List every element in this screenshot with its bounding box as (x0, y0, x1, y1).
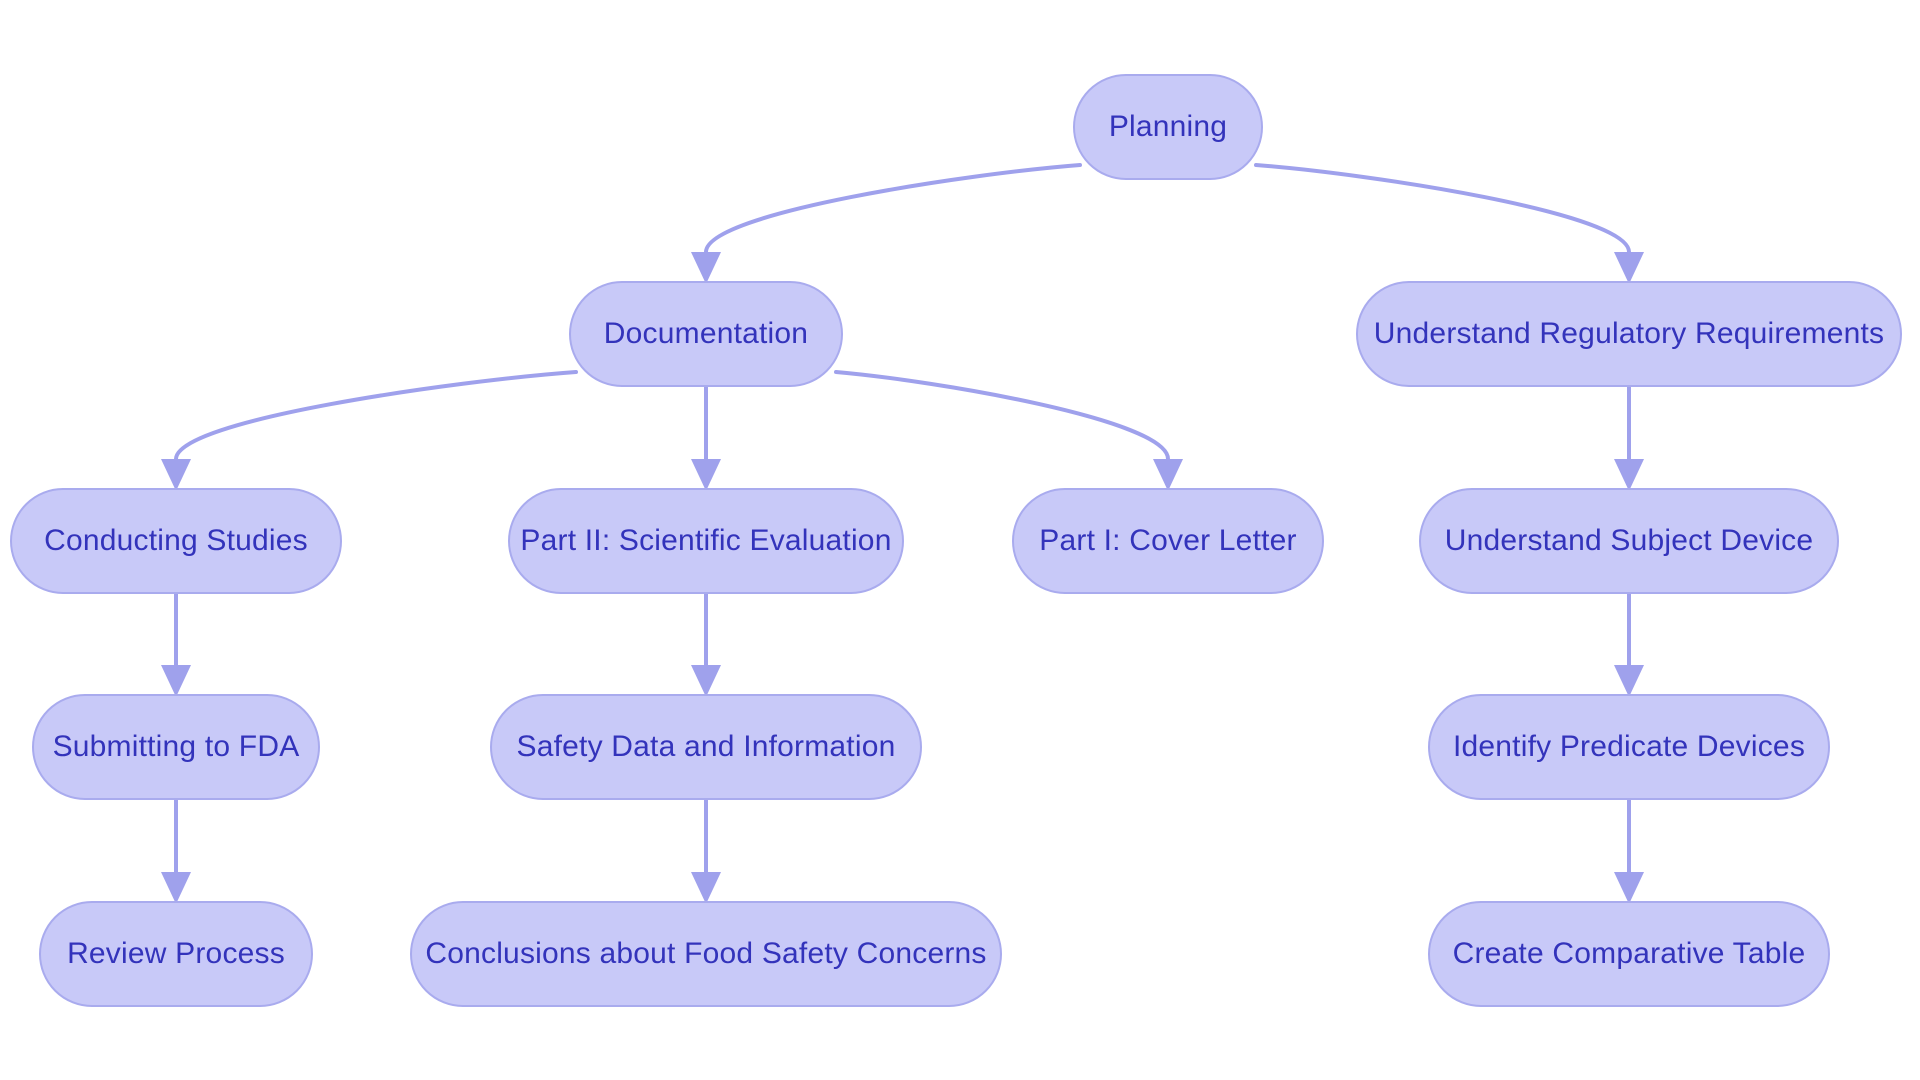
node-label: Review Process (67, 937, 285, 970)
flow-node-comparative-table[interactable]: Create Comparative Table (1428, 901, 1830, 1007)
edge-documentation-to-part-ii (691, 384, 721, 491)
node-label: Planning (1109, 110, 1227, 143)
arrowhead-icon (1614, 665, 1644, 697)
arrowhead-icon (691, 252, 721, 284)
arrowhead-icon (691, 665, 721, 697)
arrowhead-icon (691, 872, 721, 904)
node-label: Conducting Studies (44, 524, 308, 557)
edge-line (174, 370, 578, 461)
edge-line (704, 163, 1082, 254)
flow-node-conducting-studies[interactable]: Conducting Studies (10, 488, 342, 594)
flowchart-canvas: Planning Documentation Understand Regulato… (0, 0, 1920, 1080)
edge-planning-to-regulatory (1254, 163, 1644, 284)
node-label: Understand Regulatory Requirements (1374, 317, 1884, 350)
flow-node-documentation[interactable]: Documentation (569, 281, 843, 387)
flow-node-submitting-fda[interactable]: Submitting to FDA (32, 694, 320, 800)
flow-node-planning[interactable]: Planning (1073, 74, 1263, 180)
node-label: Documentation (604, 317, 808, 350)
edge-regulatory-to-subject-device (1614, 384, 1644, 491)
nodes-layer: Planning Documentation Understand Regulato… (10, 74, 1902, 1007)
flow-node-subject-device[interactable]: Understand Subject Device (1419, 488, 1839, 594)
node-label: Submitting to FDA (53, 730, 300, 763)
arrowhead-icon (161, 459, 191, 491)
node-label: Safety Data and Information (517, 730, 896, 763)
edge-planning-to-documentation (691, 163, 1082, 284)
edge-line (1254, 163, 1631, 254)
arrowhead-icon (161, 665, 191, 697)
flow-node-part-i[interactable]: Part I: Cover Letter (1012, 488, 1324, 594)
edge-part-ii-to-safety-data (691, 591, 721, 697)
node-label: Conclusions about Food Safety Concerns (425, 937, 986, 970)
flow-node-regulatory[interactable]: Understand Regulatory Requirements (1356, 281, 1902, 387)
edge-documentation-to-part-i (834, 370, 1183, 491)
node-label: Part II: Scientific Evaluation (520, 524, 891, 557)
arrowhead-icon (1614, 872, 1644, 904)
arrowhead-icon (1614, 252, 1644, 284)
node-label: Identify Predicate Devices (1453, 730, 1805, 763)
flowchart-svg: Planning Documentation Understand Regulato… (10, 74, 1902, 1007)
arrowhead-icon (691, 459, 721, 491)
edge-documentation-to-conducting-studies (161, 370, 578, 491)
flow-node-conclusions[interactable]: Conclusions about Food Safety Concerns (410, 901, 1002, 1007)
edge-subject-device-to-predicate-devices (1614, 591, 1644, 697)
edge-predicate-devices-to-comparative-table (1614, 797, 1644, 904)
edge-safety-data-to-conclusions (691, 797, 721, 904)
node-label: Understand Subject Device (1445, 524, 1814, 557)
edge-conducting-studies-to-submitting-fda (161, 591, 191, 697)
flow-node-predicate-devices[interactable]: Identify Predicate Devices (1428, 694, 1830, 800)
node-label: Part I: Cover Letter (1039, 524, 1296, 557)
arrowhead-icon (1153, 459, 1183, 491)
arrowhead-icon (161, 872, 191, 904)
edge-submitting-fda-to-review-process (161, 797, 191, 904)
flow-node-safety-data[interactable]: Safety Data and Information (490, 694, 922, 800)
edge-line (834, 370, 1170, 461)
arrowhead-icon (1614, 459, 1644, 491)
flow-node-part-ii[interactable]: Part II: Scientific Evaluation (508, 488, 904, 594)
flow-node-review-process[interactable]: Review Process (39, 901, 313, 1007)
node-label: Create Comparative Table (1453, 937, 1806, 970)
